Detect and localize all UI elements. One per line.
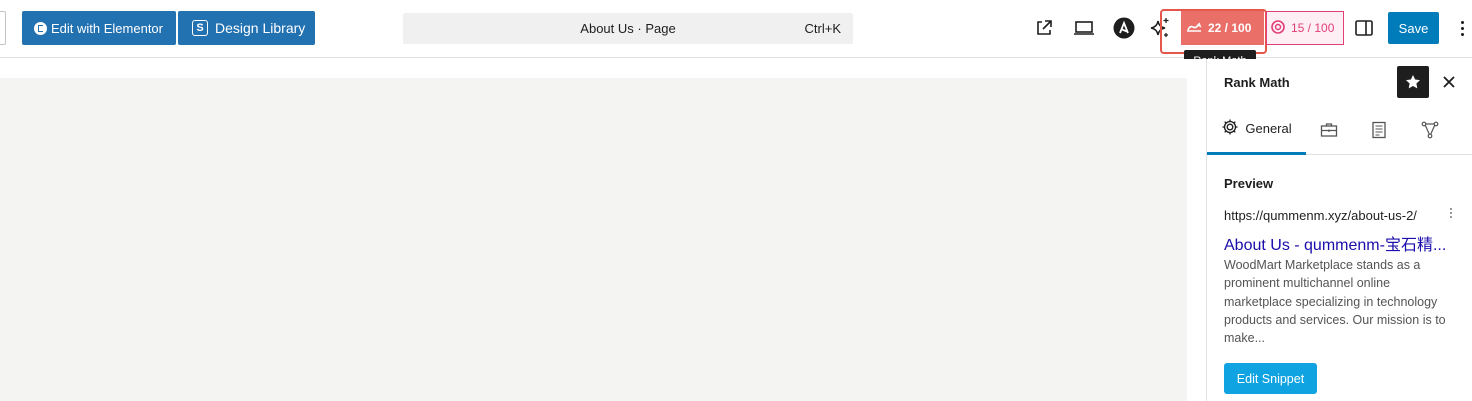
- elementor-icon: [34, 21, 47, 35]
- astra-logo-icon[interactable]: [1112, 14, 1136, 42]
- toolbox-icon[interactable]: [1317, 105, 1341, 155]
- rank-math-score: 22 / 100: [1208, 21, 1252, 35]
- preview-panel: Preview https://qummenm.xyz/about-us-2/ …: [1224, 176, 1456, 394]
- sidebar-toggle-icon[interactable]: [1352, 14, 1376, 42]
- edit-snippet-button[interactable]: Edit Snippet: [1224, 363, 1317, 394]
- sidebar-tabs: General: [1207, 105, 1472, 155]
- rank-math-sidebar: Rank Math General Preview https://qummen…: [1206, 59, 1472, 401]
- gear-icon: [1221, 118, 1239, 139]
- edit-with-elementor-button[interactable]: Edit with Elementor: [22, 11, 176, 45]
- tab-general-label: General: [1245, 121, 1292, 136]
- content-ai-score: 15 / 100: [1291, 21, 1335, 35]
- external-link-icon[interactable]: [1032, 14, 1056, 42]
- content-ai-score-button[interactable]: 15 / 100: [1266, 11, 1344, 45]
- header-left-edge: [0, 11, 6, 45]
- design-library-label: Design Library: [215, 20, 306, 36]
- content-ai-icon: [1271, 19, 1285, 37]
- social-share-icon[interactable]: [1418, 105, 1442, 155]
- desktop-preview-icon[interactable]: [1072, 14, 1096, 42]
- design-library-button[interactable]: S Design Library: [178, 11, 315, 45]
- sidebar-title: Rank Math: [1224, 75, 1290, 90]
- save-button[interactable]: Save: [1388, 12, 1439, 44]
- editor-canvas[interactable]: [0, 59, 1206, 401]
- serp-url: https://qummenm.xyz/about-us-2/: [1224, 208, 1417, 223]
- design-library-icon: S: [192, 20, 208, 36]
- canvas-content-area[interactable]: [0, 78, 1187, 401]
- rank-math-icon: [1186, 21, 1202, 35]
- document-title: About Us · Page: [580, 21, 676, 36]
- close-icon[interactable]: [1437, 70, 1461, 94]
- command-palette-bar[interactable]: About Us · Page Ctrl+K: [403, 13, 853, 44]
- serp-description: WoodMart Marketplace stands as a promine…: [1224, 258, 1446, 346]
- sidebar-header: Rank Math: [1207, 59, 1472, 104]
- preview-section-title: Preview: [1224, 176, 1274, 191]
- command-shortcut: Ctrl+K: [804, 21, 841, 36]
- url-more-icon[interactable]: [1448, 208, 1454, 222]
- star-icon[interactable]: [1397, 66, 1429, 98]
- schema-icon[interactable]: [1367, 105, 1391, 155]
- rank-math-score-button[interactable]: 22 / 100: [1181, 11, 1264, 45]
- serp-title[interactable]: About Us - qummenm-宝石精...: [1224, 231, 1450, 255]
- tab-general[interactable]: General: [1207, 105, 1306, 155]
- edit-with-elementor-label: Edit with Elementor: [51, 20, 163, 36]
- more-vertical-icon[interactable]: [1454, 15, 1470, 41]
